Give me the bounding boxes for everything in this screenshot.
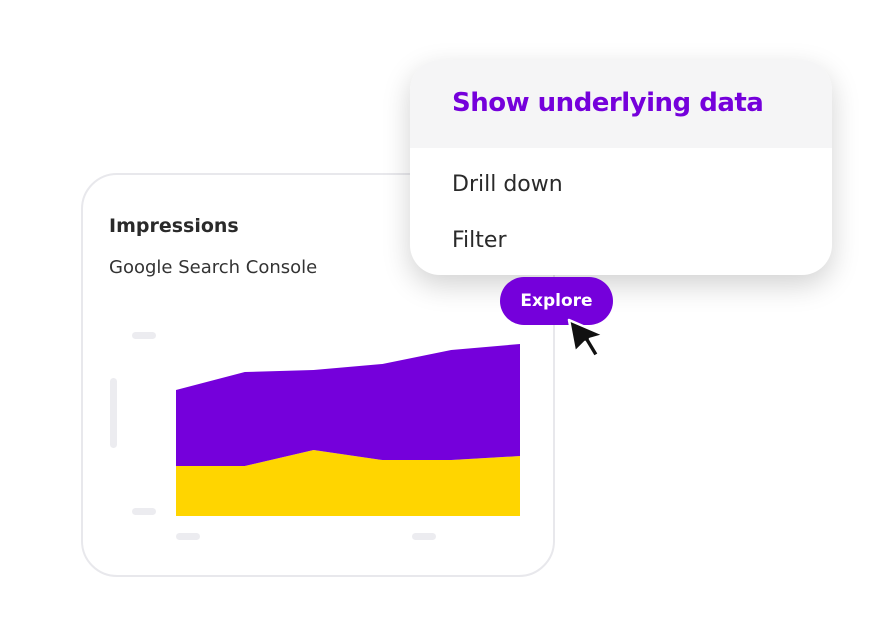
context-menu: Show underlying data Drill down Filter	[410, 60, 832, 275]
menu-item-filter[interactable]: Filter	[452, 228, 506, 253]
show-underlying-data-label: Show underlying data	[452, 88, 764, 118]
menu-header[interactable]: Show underlying data	[410, 60, 832, 148]
canvas: Impressions Google Search Console Show u…	[0, 0, 892, 640]
arrow-cursor-icon	[567, 318, 606, 359]
area-series-1	[176, 344, 520, 466]
menu-item-drill-down[interactable]: Drill down	[452, 172, 563, 197]
